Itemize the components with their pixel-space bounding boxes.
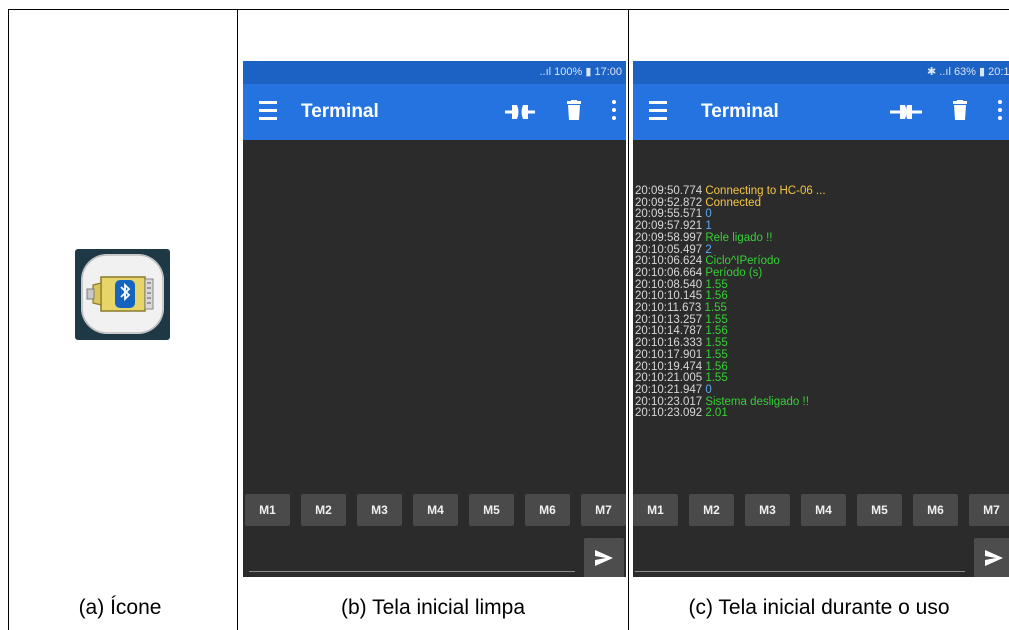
macro-button-m5[interactable]: M5 (469, 494, 514, 526)
log-message: Ciclo^IPeríodo (705, 255, 780, 268)
table-border-mid1 (237, 9, 238, 630)
log-timestamp: 20:10:17.901 (635, 348, 706, 361)
send-button[interactable] (974, 538, 1009, 577)
macro-button-m5[interactable]: M5 (857, 494, 902, 526)
log-message: 1.55 (705, 313, 728, 326)
log-timestamp: 20:09:52.872 (635, 196, 706, 209)
terminal-area: 20:09:50.774 Connecting to HC-06 ... 20:0… (633, 140, 1009, 577)
app-bar: Terminal (243, 84, 626, 140)
kebab-menu-icon[interactable] (612, 100, 617, 122)
log-message: 1.55 (705, 278, 728, 291)
log-timestamp: 20:10:08.540 (635, 278, 706, 291)
log-message: 1.56 (705, 360, 728, 373)
log-message: 1.55 (704, 302, 727, 315)
macro-button-m3[interactable]: M3 (745, 494, 790, 526)
log-timestamp: 20:10:23.017 (635, 395, 706, 408)
plug-connect-icon[interactable] (503, 102, 537, 122)
log-timestamp: 20:10:10.145 (635, 290, 706, 303)
hamburger-menu-icon[interactable] (259, 101, 277, 121)
log-message: 1.56 (705, 290, 728, 303)
log-timestamp: 20:10:16.333 (635, 337, 706, 350)
log-timestamp: 20:10:23.092 (635, 407, 706, 420)
send-button[interactable] (584, 538, 624, 577)
log-message: 1.56 (705, 325, 728, 338)
caption-b: (b) Tela inicial limpa (340, 596, 526, 619)
log-message: 2.01 (705, 407, 728, 420)
log-message: 1.55 (705, 348, 728, 361)
table-border-mid2 (628, 9, 629, 630)
trash-icon[interactable] (953, 100, 967, 120)
caption-a: (a) Ícone (78, 596, 162, 619)
log-timestamp: 20:09:50.774 (635, 185, 706, 197)
log-timestamp: 20:10:21.947 (635, 383, 706, 396)
macro-button-m4[interactable]: M4 (413, 494, 458, 526)
log-timestamp: 20:09:58.997 (635, 231, 706, 244)
macro-button-m2[interactable]: M2 (301, 494, 346, 526)
plug-disconnect-icon[interactable] (889, 102, 923, 122)
log-message: 1.55 (705, 337, 728, 350)
log-timestamp: 20:09:57.921 (635, 220, 706, 233)
table-border-top (8, 9, 1009, 10)
log-message: 0 (705, 383, 712, 396)
log-message: Período (s) (705, 266, 763, 279)
terminal-area: M1 M2 M3 M4 M5 M6 M7 (243, 140, 626, 577)
app-bar: Terminal (633, 84, 1009, 140)
log-timestamp: 20:10:05.497 (635, 243, 706, 256)
log-timestamp: 20:09:55.571 (635, 208, 706, 221)
macro-button-m3[interactable]: M3 (357, 494, 402, 526)
phone-screen-in-use: ✱ ..ıl 63% ▮ 20:1 Terminal 20:09:50.774 … (633, 61, 1009, 577)
log-timestamp: 20:10:21.005 (635, 372, 706, 385)
macro-button-m1[interactable]: M1 (245, 494, 290, 526)
log-message: 2 (705, 243, 712, 256)
status-bar: ✱ ..ıl 63% ▮ 20:1 (633, 61, 1009, 84)
status-bar: ..ıl 100% ▮ 17:00 (243, 61, 626, 84)
macro-button-m6[interactable]: M6 (913, 494, 958, 526)
macro-button-m6[interactable]: M6 (525, 494, 570, 526)
log-timestamp: 20:10:13.257 (635, 313, 706, 326)
caption-c: (c) Tela inicial durante o uso (688, 596, 950, 619)
bluetooth-serial-connector-icon (75, 249, 170, 340)
macro-button-m7[interactable]: M7 (581, 494, 626, 526)
app-title: Terminal (301, 101, 379, 122)
log-timestamp: 20:10:19.474 (635, 360, 706, 373)
hamburger-menu-icon[interactable] (649, 101, 667, 121)
message-input[interactable] (635, 571, 965, 572)
log-message: 0 (705, 208, 712, 221)
log-message: Connecting to HC-06 ... (705, 185, 826, 197)
send-icon (985, 550, 1003, 566)
log-message: Connected (705, 196, 761, 209)
send-icon (595, 550, 613, 566)
table-border-left (8, 9, 9, 630)
log-message: 1 (705, 220, 712, 233)
log-line: 20:10:23.092 2.01 (635, 408, 826, 420)
macro-button-m2[interactable]: M2 (689, 494, 734, 526)
terminal-log: 20:09:50.774 Connecting to HC-06 ... 20:0… (635, 185, 826, 420)
log-message: Rele ligado !! (705, 231, 773, 244)
log-timestamp: 20:10:06.624 (635, 255, 706, 268)
phone-screen-clean: ..ıl 100% ▮ 17:00 Terminal M1 M2 M3 M4 M… (243, 61, 626, 577)
macro-button-m4[interactable]: M4 (801, 494, 846, 526)
log-message: 1.55 (705, 372, 728, 385)
log-timestamp: 20:10:11.673 (635, 302, 705, 315)
message-input[interactable] (249, 571, 575, 572)
macro-button-m7[interactable]: M7 (969, 494, 1009, 526)
macro-button-m1[interactable]: M1 (633, 494, 678, 526)
trash-icon[interactable] (567, 100, 581, 120)
log-timestamp: 20:10:14.787 (635, 325, 706, 338)
log-timestamp: 20:10:06.664 (635, 266, 706, 279)
log-message: Sistema desligado !! (705, 395, 809, 408)
app-title: Terminal (701, 101, 779, 122)
kebab-menu-icon[interactable] (998, 100, 1003, 122)
